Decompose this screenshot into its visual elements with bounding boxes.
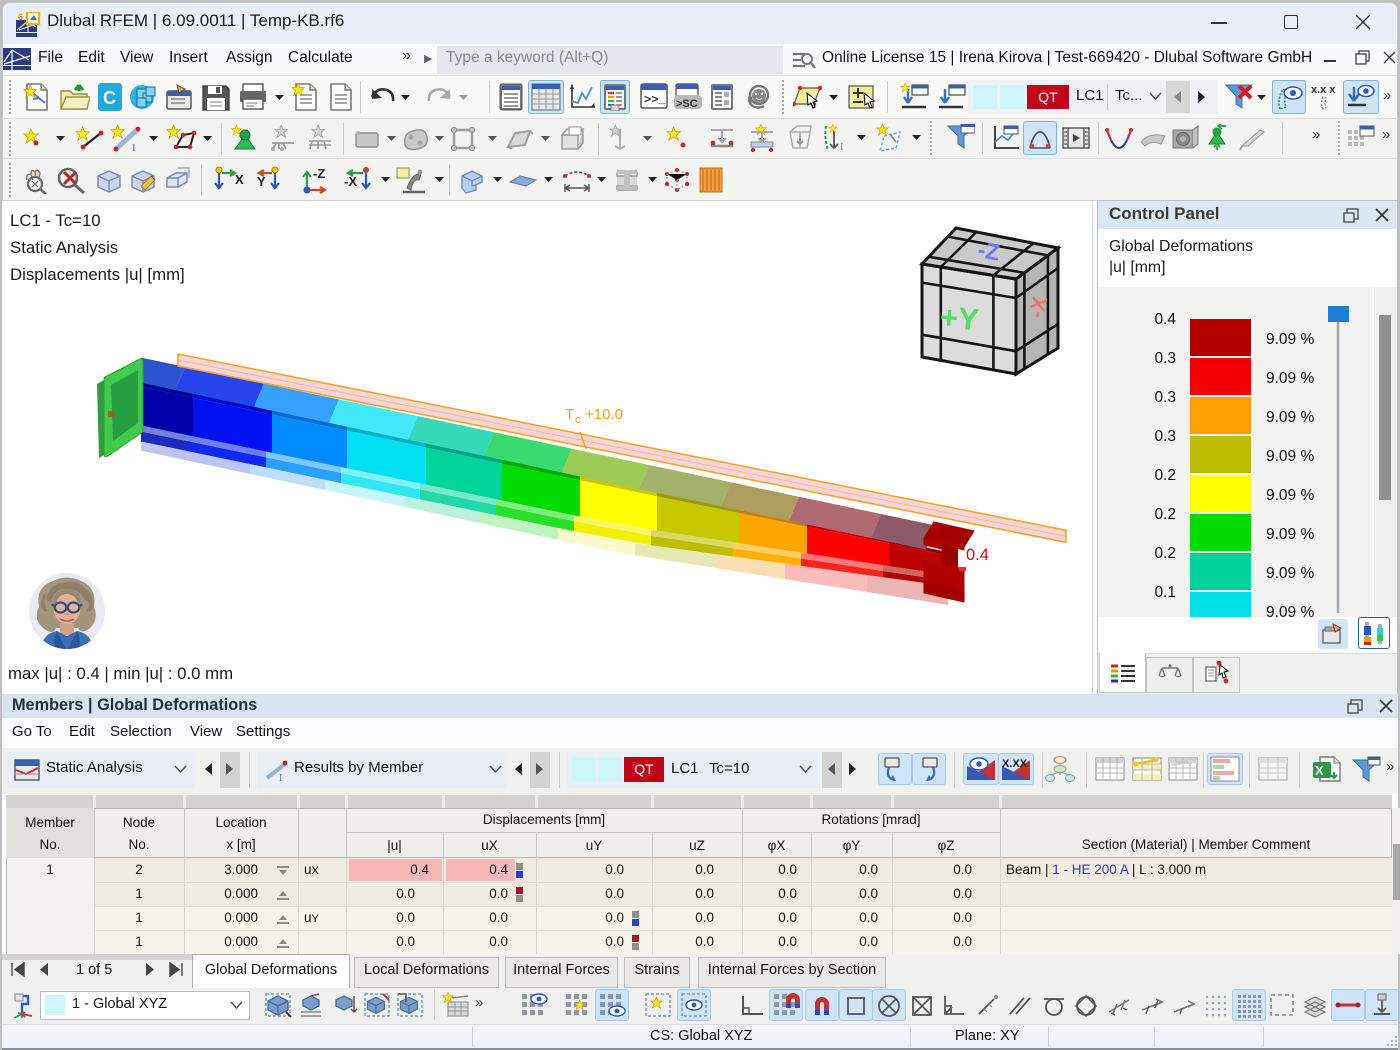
- svg-text:0.2: 0.2: [1154, 545, 1176, 562]
- svg-text:0.3: 0.3: [1154, 389, 1176, 406]
- svg-text:I: I: [279, 773, 282, 782]
- svg-text:6: 6: [18, 12, 23, 22]
- svg-text:9.09 %: 9.09 %: [1266, 448, 1314, 465]
- svg-text:x.x x: x.x x: [1311, 84, 1336, 96]
- svg-text:X: X: [1315, 763, 1324, 778]
- svg-text:>>_: >>_: [644, 93, 666, 107]
- svg-text:9.09 %: 9.09 %: [1266, 565, 1314, 582]
- svg-text:9.09 %: 9.09 %: [1266, 604, 1314, 617]
- svg-text:9.09 %: 9.09 %: [1266, 487, 1314, 504]
- svg-text:0.4: 0.4: [1154, 311, 1176, 328]
- svg-text:0.2: 0.2: [1154, 467, 1176, 484]
- svg-text:0.2: 0.2: [1154, 506, 1176, 523]
- svg-text:X.XX: X.XX: [1002, 758, 1028, 770]
- svg-text:0.3: 0.3: [1154, 428, 1176, 445]
- svg-text:9.09 %: 9.09 %: [1266, 370, 1314, 387]
- svg-text:X: X: [235, 172, 244, 187]
- svg-text:9.09 %: 9.09 %: [1266, 526, 1314, 543]
- svg-text:0.1: 0.1: [1154, 584, 1176, 601]
- svg-text:-Z: -Z: [313, 166, 325, 181]
- svg-text:>SC: >SC: [676, 98, 698, 110]
- svg-text:C: C: [103, 88, 116, 108]
- svg-text:9.09 %: 9.09 %: [1266, 409, 1314, 426]
- svg-text:-X: -X: [344, 174, 357, 189]
- svg-text:9.09 %: 9.09 %: [1266, 331, 1314, 348]
- svg-text:I: I: [840, 142, 843, 152]
- svg-text:+Y: +Y: [939, 299, 981, 337]
- svg-text:0.3: 0.3: [1154, 350, 1176, 367]
- svg-text:Y: Y: [257, 174, 266, 189]
- svg-text:-Z: -Z: [976, 236, 1002, 265]
